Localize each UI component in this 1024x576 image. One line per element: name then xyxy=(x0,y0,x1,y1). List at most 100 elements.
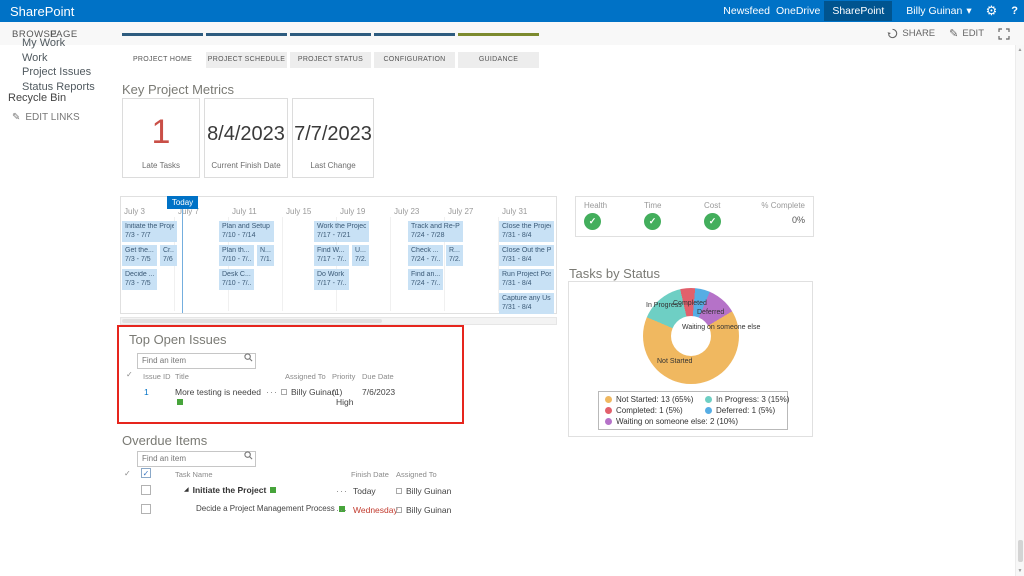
col-issue-id[interactable]: Issue ID xyxy=(143,372,171,381)
task-range: 7/3 - 7/5 xyxy=(125,256,154,265)
table-row[interactable]: ◢ Initiate the Project xyxy=(184,485,276,495)
task-name[interactable]: Decide a Project Management Process xyxy=(196,504,335,513)
col-task-name[interactable]: Task Name xyxy=(175,470,213,479)
scrollbar-thumb[interactable] xyxy=(1018,540,1023,562)
gantt-task-bar[interactable]: Get the...7/3 - 7/5 xyxy=(122,245,157,266)
gantt-task-bar[interactable]: U...7/2... xyxy=(352,245,369,266)
tab-project-home[interactable]: PROJECT HOME xyxy=(122,33,203,68)
gantt-task-bar[interactable]: Do Work7/17 - 7/... xyxy=(314,269,349,290)
suite-link-newsfeed[interactable]: Newsfeed xyxy=(721,1,772,21)
top-open-issues-title: Top Open Issues xyxy=(129,332,227,347)
legend-text: Deferred: 1 (5%) xyxy=(716,406,775,415)
gantt-task-bar[interactable]: Plan th...7/10 - 7/... xyxy=(219,245,254,266)
tab-guidance[interactable]: GUIDANCE xyxy=(458,33,539,68)
sidebar-item-work[interactable]: Work xyxy=(22,51,95,66)
gantt-task-bar[interactable]: Track and Re-Plan...7/24 - 7/28 xyxy=(408,221,463,242)
tab-accent-bar xyxy=(122,33,203,36)
issue-ellipsis-menu[interactable]: ··· xyxy=(266,388,278,396)
gantt-date-label: July 31 xyxy=(502,207,527,216)
col-finish-date[interactable]: Finish Date xyxy=(351,470,389,479)
tab-project-schedule[interactable]: PROJECT SCHEDULE xyxy=(206,33,287,68)
legend-item: Completed: 1 (5%) xyxy=(605,406,705,415)
task-row-checkbox[interactable] xyxy=(141,485,151,495)
task-assigned-to[interactable]: Billy Guinan xyxy=(406,505,451,515)
sidebar-item-recycle-bin[interactable]: Recycle Bin xyxy=(8,92,66,104)
issues-search-input[interactable] xyxy=(137,353,256,369)
task-range: 7/3 - 7/7 xyxy=(125,232,174,241)
presence-indicator xyxy=(281,389,287,395)
gantt-task-bar[interactable]: Close Out the Proj...7/31 - 8/4 xyxy=(499,245,554,266)
sidebar-item-my-work[interactable]: My Work xyxy=(22,36,95,51)
gantt-scrollbar-thumb[interactable] xyxy=(122,319,382,323)
legend-dot xyxy=(705,396,712,403)
help-icon[interactable]: ? xyxy=(1011,0,1018,22)
gantt-task-bar[interactable]: Desk C...7/10 - 7/... xyxy=(219,269,254,290)
edit-links-button[interactable]: ✎ EDIT LINKS xyxy=(12,112,80,123)
task-name[interactable]: Initiate the Project xyxy=(193,485,267,495)
task-range: 7/10 - 7/... xyxy=(222,280,251,289)
user-menu[interactable]: Billy Guinan ▾ xyxy=(906,5,971,17)
gear-icon[interactable]: ⚙ xyxy=(986,0,998,22)
gantt-task-bar[interactable]: Cr...7/6 xyxy=(160,245,177,266)
col-assigned-to[interactable]: Assigned To xyxy=(396,470,437,479)
task-name: Find an... xyxy=(411,271,440,280)
gantt-task-bar[interactable]: Find an...7/24 - 7/... xyxy=(408,269,443,290)
gantt-task-bar[interactable]: Capture any Usef...7/31 - 8/4 xyxy=(499,293,554,314)
gantt-task-bar[interactable]: Check ...7/24 - 7/... xyxy=(408,245,443,266)
select-all-check-icon[interactable]: ✓ xyxy=(124,469,131,478)
scroll-down-icon[interactable]: ▼ xyxy=(1016,568,1024,574)
issue-assigned-to[interactable]: Billy Guinan xyxy=(291,387,336,397)
gantt-task-bar[interactable]: Decide ...7/3 - 7/5 xyxy=(122,269,157,290)
metric-cards: 1Late Tasks8/4/2023Current Finish Date7/… xyxy=(122,98,374,178)
metric-value: 1 xyxy=(123,113,199,152)
task-range: 7/3 - 7/5 xyxy=(125,280,154,289)
col-assigned-to[interactable]: Assigned To xyxy=(285,372,326,381)
sharepoint-logo[interactable]: SharePoint xyxy=(10,4,74,19)
sidebar-item-project-issues[interactable]: Project Issues xyxy=(22,65,95,80)
gantt-task-bar[interactable]: Find W...7/17 - 7/... xyxy=(314,245,349,266)
expand-node-icon[interactable]: ◢ xyxy=(184,487,189,493)
gantt-task-bar[interactable]: Run Project Post-...7/31 - 8/4 xyxy=(499,269,554,290)
task-name: Cr... xyxy=(163,247,174,256)
task-ellipsis-menu[interactable]: ··· xyxy=(336,487,348,495)
gantt-task-bar[interactable]: R...7/2... xyxy=(446,245,463,266)
gantt-task-bar[interactable]: Work the Project7/17 - 7/21 xyxy=(314,221,369,242)
suite-link-sharepoint[interactable]: SharePoint xyxy=(824,1,892,21)
suite-link-onedrive[interactable]: OneDrive xyxy=(774,1,822,21)
overdue-search-input[interactable] xyxy=(137,451,256,467)
select-all-checkbox[interactable]: ✓ xyxy=(141,468,151,478)
search-icon[interactable] xyxy=(244,451,253,460)
col-priority[interactable]: Priority xyxy=(332,372,355,381)
gantt-date-label: July 19 xyxy=(340,207,365,216)
gantt-task-bar[interactable]: N...7/1... xyxy=(257,245,274,266)
share-button[interactable]: SHARE xyxy=(887,28,935,39)
tab-configuration[interactable]: CONFIGURATION xyxy=(374,33,455,68)
task-range: 7/17 - 7/21 xyxy=(317,232,366,241)
col-title[interactable]: Title xyxy=(175,372,189,381)
today-badge: Today xyxy=(167,196,198,209)
legend-text: In Progress: 3 (15%) xyxy=(716,395,789,404)
gantt-task-bar[interactable]: Plan and Setup th...7/10 - 7/14 xyxy=(219,221,274,242)
select-all-check-icon[interactable]: ✓ xyxy=(126,370,133,379)
focus-mode-button[interactable] xyxy=(998,28,1010,40)
issue-id-link[interactable]: 1 xyxy=(144,387,149,397)
edit-button[interactable]: ✎ EDIT xyxy=(949,27,984,40)
legend-item: Deferred: 1 (5%) xyxy=(705,406,789,415)
gantt-task-bar[interactable]: Close the Project7/31 - 8/4 xyxy=(499,221,554,242)
gantt-horizontal-scrollbar[interactable] xyxy=(120,317,557,325)
gantt-task-bar[interactable]: Initiate the Project7/3 - 7/7 xyxy=(122,221,177,242)
issue-title[interactable]: More testing is needed xyxy=(175,387,261,397)
task-ellipsis-menu[interactable]: ··· xyxy=(336,506,348,514)
legend-dot xyxy=(705,407,712,414)
vertical-scrollbar[interactable]: ▲ ▼ xyxy=(1015,45,1024,576)
search-icon[interactable] xyxy=(244,353,253,362)
tab-project-status[interactable]: PROJECT STATUS xyxy=(290,33,371,68)
task-assigned-to[interactable]: Billy Guinan xyxy=(406,486,451,496)
scroll-up-icon[interactable]: ▲ xyxy=(1016,47,1024,53)
table-row[interactable]: Decide a Project Management Process xyxy=(196,504,345,513)
metric-label: Late Tasks xyxy=(123,161,199,170)
task-row-checkbox[interactable] xyxy=(141,504,151,514)
green-check-icon: ✓ xyxy=(584,213,601,230)
slice-label-not-started: Not Started xyxy=(657,358,692,365)
col-due-date[interactable]: Due Date xyxy=(362,372,394,381)
